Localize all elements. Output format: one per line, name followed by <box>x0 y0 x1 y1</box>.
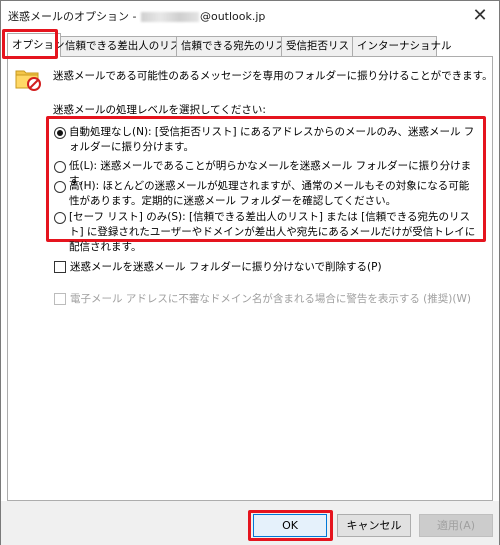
highlight-ok-box <box>248 510 333 541</box>
junk-mail-options-dialog: 迷惑メールのオプション - @outlook.jp ✕ オプション 信頼できる差… <box>0 0 500 545</box>
radio-label-safe-lists-only: [セーフ リスト] のみ(S): [信頼できる差出人のリスト] または [信頼で… <box>69 211 476 253</box>
checkbox-label-delete-junk: 迷惑メールを迷惑メール フォルダーに振り分けないで削除する(P) <box>70 261 382 273</box>
radio-label-no-automatic: 自動処理なし(N): [受信拒否リスト] にあるアドレスからのメールのみ、迷惑メ… <box>69 126 475 153</box>
tab-blocked-senders[interactable]: 受信拒否リスト <box>281 36 360 56</box>
checkbox-label-warn-suspicious: 電子メール アドレスに不審なドメイン名が含まれる場合に警告を表示する (推奨)(… <box>70 293 471 305</box>
radio-no-automatic[interactable]: 自動処理なし(N): [受信拒否リスト] にあるアドレスからのメールのみ、迷惑メ… <box>54 125 479 155</box>
checkbox-delete-junk[interactable]: 迷惑メールを迷惑メール フォルダーに振り分けないで削除する(P) <box>54 259 382 274</box>
junk-folder-icon <box>15 70 41 91</box>
cancel-button[interactable]: キャンセル <box>337 514 411 537</box>
apply-button: 適用(A) <box>419 514 493 537</box>
radio-high[interactable]: 高(H): ほとんどの迷惑メールが処理されますが、通常のメールもその対象になる可… <box>54 179 479 209</box>
radio-button-selected[interactable] <box>54 127 66 139</box>
tab-safe-senders[interactable]: 信頼できる差出人のリスト <box>60 36 191 56</box>
radio-safe-lists-only[interactable]: [セーフ リスト] のみ(S): [信頼できる差出人のリスト] または [信頼で… <box>54 210 479 255</box>
intro-text: 迷惑メールである可能性のあるメッセージを専用のフォルダーに振り分けることができま… <box>53 70 493 82</box>
title-bar[interactable]: 迷惑メールのオプション - @outlook.jp ✕ <box>1 1 499 31</box>
radio-button[interactable] <box>54 181 66 193</box>
close-button[interactable]: ✕ <box>465 1 495 29</box>
tab-safe-recipients[interactable]: 信頼できる宛先のリスト <box>176 36 296 56</box>
tab-bar: オプション 信頼できる差出人のリスト 信頼できる宛先のリスト 受信拒否リスト イ… <box>7 33 493 57</box>
highlight-tab-box <box>2 29 58 59</box>
close-icon: ✕ <box>472 4 488 26</box>
checkbox-box-disabled <box>54 292 66 305</box>
checkbox-box[interactable] <box>54 260 66 273</box>
tab-international[interactable]: インターナショナル <box>352 36 452 56</box>
radio-button[interactable] <box>54 212 66 224</box>
window-title: 迷惑メールのオプション - @outlook.jp <box>8 8 265 24</box>
radio-button[interactable] <box>54 161 66 173</box>
radio-label-high: 高(H): ほとんどの迷惑メールが処理されますが、通常のメールもその対象になる可… <box>69 180 470 207</box>
title-prefix: 迷惑メールのオプション - <box>8 10 137 23</box>
level-group-label: 迷惑メールの処理レベルを選択してください: <box>53 104 266 116</box>
title-suffix: @outlook.jp <box>199 10 266 23</box>
redacted-email <box>140 12 199 22</box>
checkbox-warn-suspicious: 電子メール アドレスに不審なドメイン名が含まれる場合に警告を表示する (推奨)(… <box>54 291 471 306</box>
